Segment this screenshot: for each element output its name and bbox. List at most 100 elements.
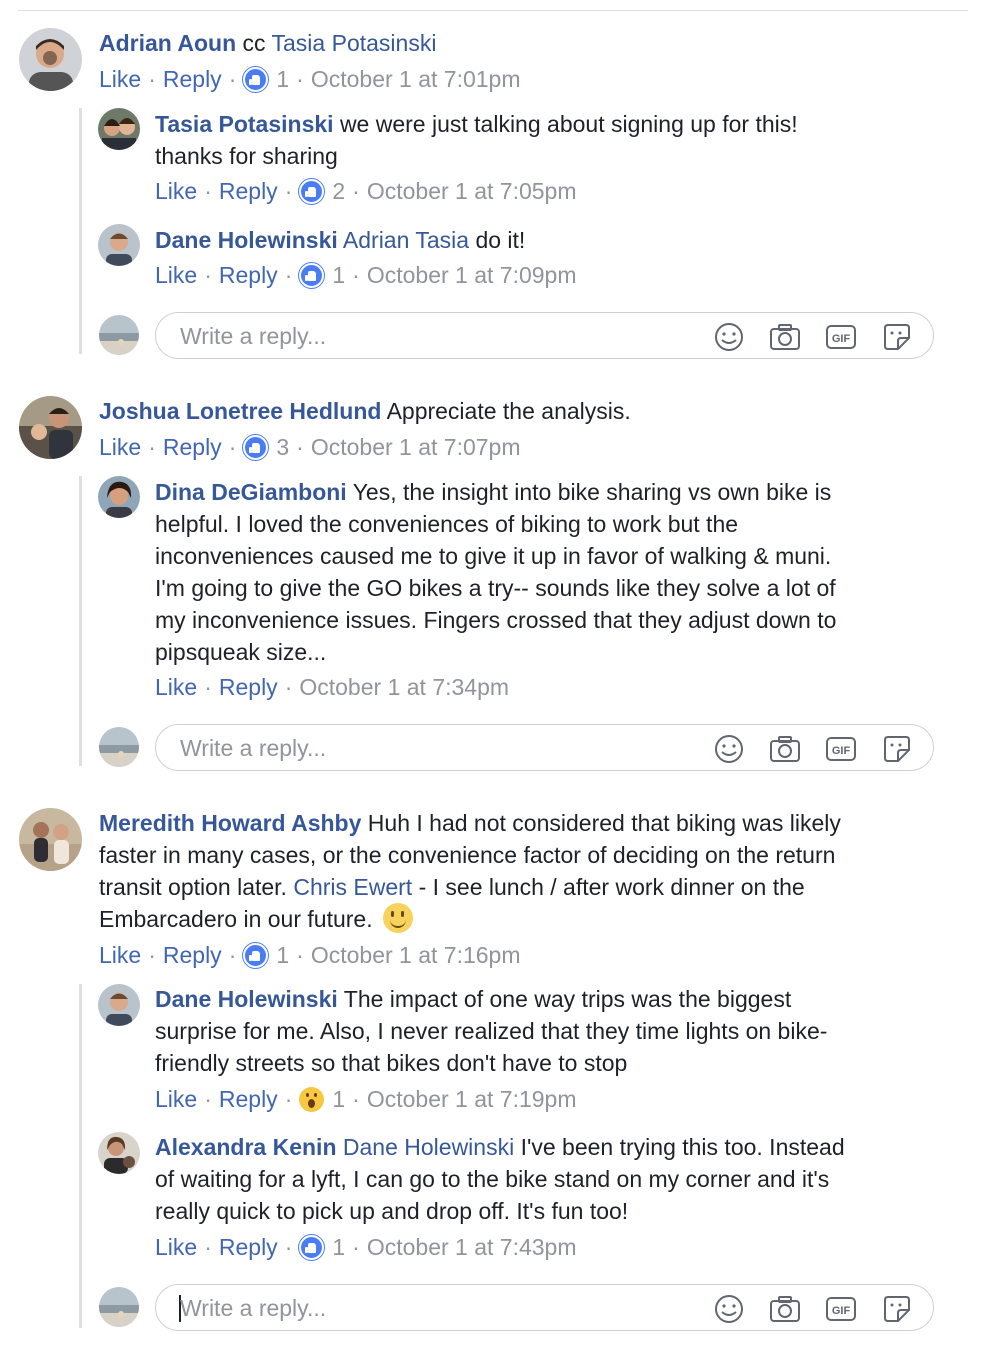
mention-link[interactable]: Adrian Tasia [343,227,469,253]
like-link[interactable]: Like [155,1083,197,1115]
reaction-summary[interactable]: 1 [299,1231,345,1263]
sticker-icon[interactable] [881,1294,913,1324]
reply-link[interactable]: Reply [163,63,222,95]
mention-link[interactable]: Dane Holewinski [343,1134,514,1160]
reply-input[interactable]: Write a reply... GIF [155,312,934,359]
avatar[interactable] [98,108,140,150]
reply-text: really quick to pick up and drop off. It… [155,1198,629,1224]
author-name[interactable]: Meredith Howard Ashby [99,810,361,836]
camera-icon[interactable] [769,1294,801,1324]
reply-text: helpful. I loved the conveniences of bik… [155,511,739,537]
mention-link[interactable]: Tasia Potasinski [272,30,437,56]
avatar[interactable] [19,396,82,459]
timestamp[interactable]: October 1 at 7:19pm [367,1083,577,1115]
timestamp[interactable]: October 1 at 7:07pm [311,431,521,463]
reaction-summary[interactable]: 3 [243,431,289,463]
author-name[interactable]: Dane Holewinski [155,986,338,1012]
like-link[interactable]: Like [99,431,141,463]
timestamp[interactable]: October 1 at 7:05pm [367,175,577,207]
like-link[interactable]: Like [155,671,197,703]
reply-input[interactable]: Write a reply... GIF [155,1284,934,1331]
mention-link[interactable]: Chris Ewert [293,874,412,900]
author-name[interactable]: Alexandra Kenin [155,1134,337,1160]
reply-link[interactable]: Reply [219,1083,278,1115]
reply-link[interactable]: Reply [219,671,278,703]
gif-icon[interactable]: GIF [825,322,857,352]
reply-link[interactable]: Reply [219,175,278,207]
separator: · [204,674,212,700]
like-reaction-icon [299,178,325,204]
separator: · [296,942,304,968]
avatar[interactable] [98,984,140,1026]
reply-link[interactable]: Reply [163,939,222,971]
separator: · [204,262,212,288]
timestamp[interactable]: October 1 at 7:01pm [311,63,521,95]
reply-text: friendly streets so that bikes don't hav… [155,1050,628,1076]
smile-emoji-icon [382,903,413,933]
comment-body: Meredith Howard Ashby Huh I had not cons… [99,807,939,935]
camera-icon[interactable] [769,322,801,352]
reaction-count: 3 [276,434,290,460]
reply-placeholder: Write a reply... [180,323,327,349]
reaction-summary[interactable]: 1 [243,939,289,971]
reply-input[interactable]: Write a reply... GIF [155,724,934,771]
timestamp[interactable]: October 1 at 7:43pm [367,1231,577,1263]
svg-text:GIF: GIF [832,333,851,345]
avatar[interactable] [19,28,82,91]
comment-actions: Like · Reply · 1 · October 1 at 7:01pm [99,63,521,95]
reply-link[interactable]: Reply [163,431,222,463]
like-reaction-icon [299,1234,325,1260]
separator: · [352,262,360,288]
reply-link[interactable]: Reply [219,1231,278,1263]
author-name[interactable]: Tasia Potasinski [155,111,334,137]
timestamp[interactable]: October 1 at 7:16pm [311,939,521,971]
reaction-summary[interactable]: 1 [243,63,289,95]
comment-body: Joshua Lonetree Hedlund Appreciate the a… [99,395,929,427]
separator: · [204,1086,212,1112]
sticker-icon[interactable] [881,734,913,764]
separator: · [284,1234,293,1260]
author-name[interactable]: Dane Holewinski [155,227,338,253]
reaction-count: 1 [332,1234,346,1260]
author-name[interactable]: Dina DeGiamboni [155,479,347,505]
separator: · [284,178,293,204]
emoji-icon[interactable] [713,734,745,764]
reply-actions: Like · Reply · 1 · October 1 at 7:09pm [155,259,577,291]
timestamp[interactable]: October 1 at 7:34pm [299,671,509,703]
gif-icon[interactable]: GIF [825,734,857,764]
like-link[interactable]: Like [155,1231,197,1263]
gif-icon[interactable]: GIF [825,1294,857,1324]
reply-text: my inconvenience issues. Fingers crossed… [155,607,837,633]
like-link[interactable]: Like [155,259,197,291]
reaction-summary[interactable]: 1 [299,1083,345,1115]
timestamp[interactable]: October 1 at 7:09pm [367,259,577,291]
reply-body: Alexandra Kenin Dane Holewinski I've bee… [155,1131,945,1227]
reply-body: Tasia Potasinski we were just talking ab… [155,108,935,172]
author-name[interactable]: Joshua Lonetree Hedlund [99,398,381,424]
emoji-icon[interactable] [713,1294,745,1324]
reaction-count: 1 [276,66,290,92]
like-reaction-icon [299,262,325,288]
reply-link[interactable]: Reply [219,259,278,291]
sticker-icon[interactable] [881,322,913,352]
reaction-summary[interactable]: 2 [299,175,345,207]
like-link[interactable]: Like [99,939,141,971]
avatar[interactable] [19,808,82,871]
emoji-icon[interactable] [713,322,745,352]
reply-text: surprise for me. Also, I never realized … [155,1018,828,1044]
separator: · [284,262,293,288]
author-name[interactable]: Adrian Aoun [99,30,236,56]
reaction-count: 1 [332,1086,346,1112]
comment-text: Embarcadero in our future. [99,906,373,932]
separator: · [228,434,237,460]
like-link[interactable]: Like [155,175,197,207]
avatar[interactable] [98,476,140,518]
like-link[interactable]: Like [99,63,141,95]
avatar[interactable] [98,224,140,266]
camera-icon[interactable] [769,734,801,764]
avatar[interactable] [98,1132,140,1174]
current-user-avatar [99,315,139,355]
reaction-summary[interactable]: 1 [299,259,345,291]
thread-rail [79,984,82,1328]
reply-text: of waiting for a lyft, I can go to the b… [155,1166,830,1192]
